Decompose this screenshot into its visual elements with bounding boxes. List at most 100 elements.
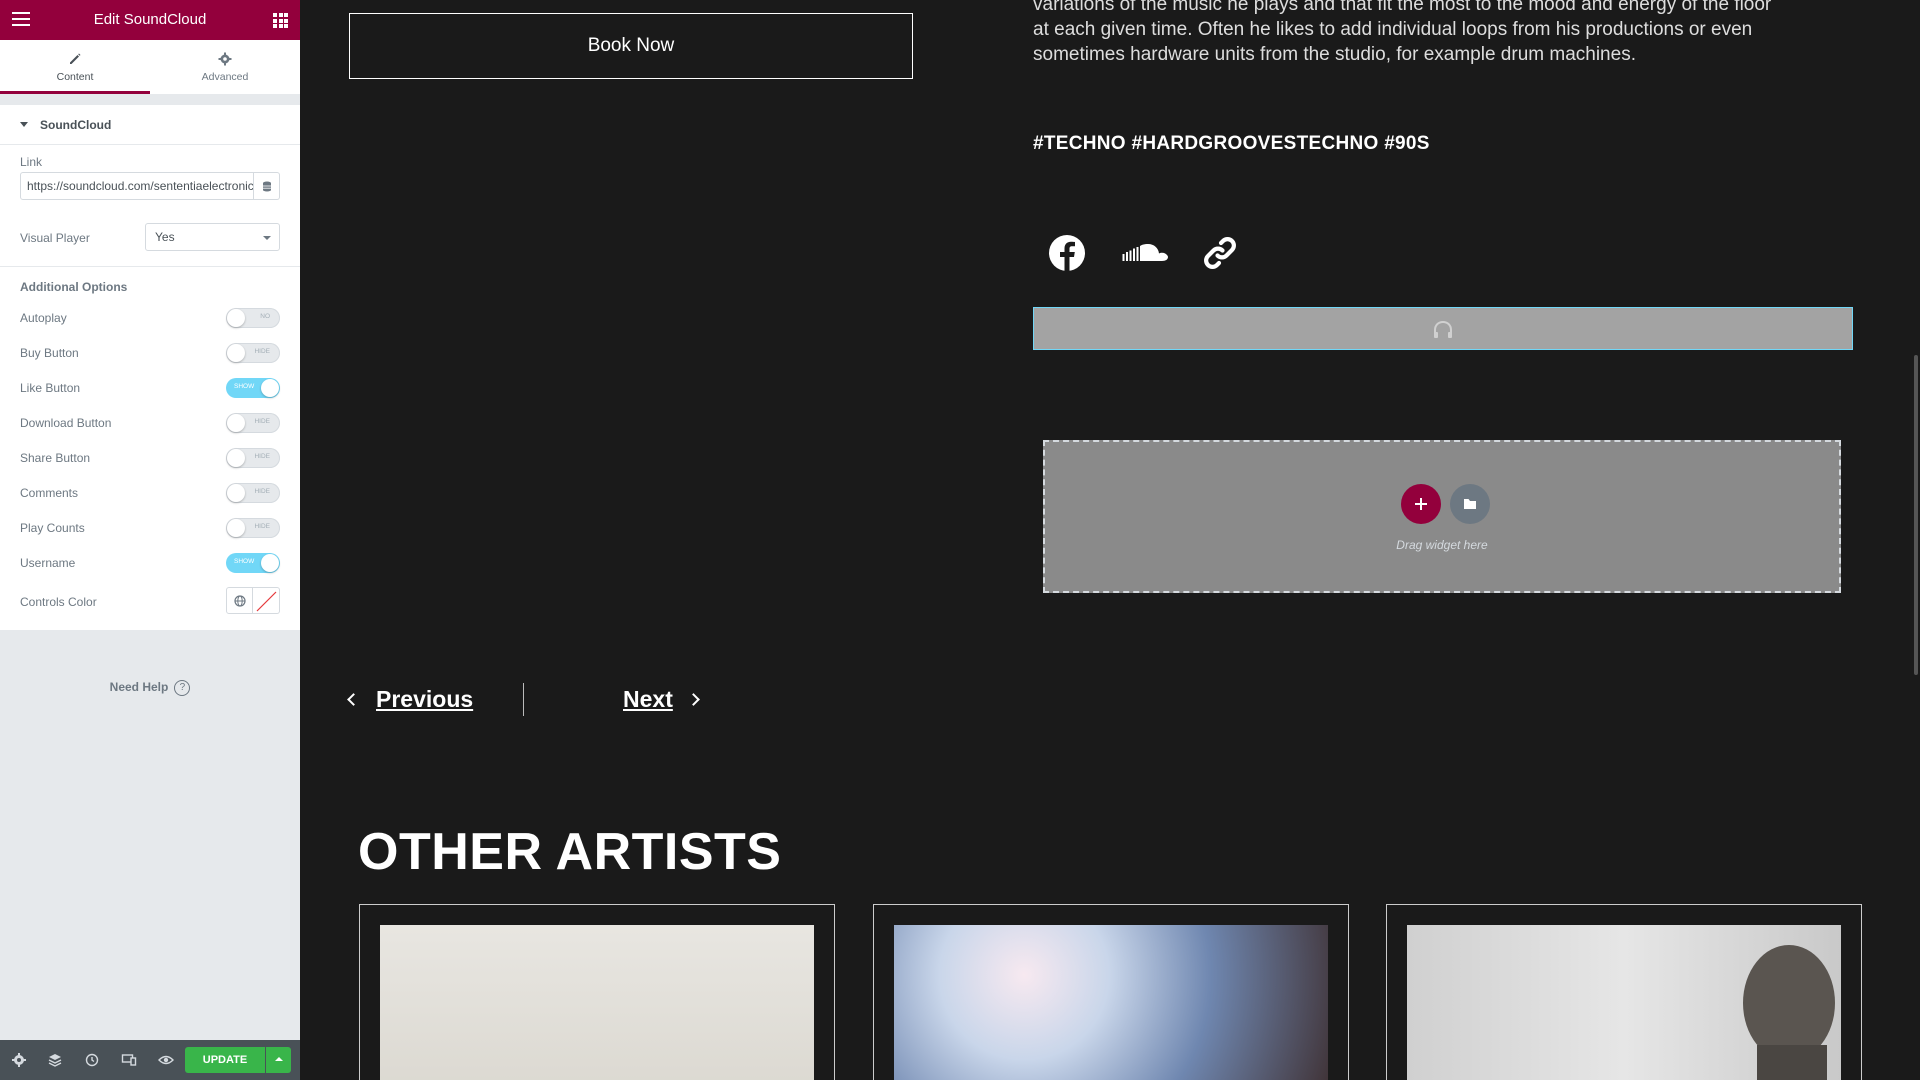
bio-line: at each given time. Often he likes to ad…	[1033, 19, 1753, 40]
panel-header: Edit SoundCloud	[0, 0, 300, 40]
link-input[interactable]: https://soundcloud.com/sententiaelectron…	[20, 172, 254, 200]
switch-knob	[227, 449, 245, 467]
switch-knob	[261, 379, 279, 397]
toggle-label: Autoplay	[20, 311, 67, 325]
drag-widget-text: Drag widget here	[1396, 538, 1488, 552]
color-picker-swatch[interactable]	[253, 587, 280, 614]
genre-tags: #TECHNO #HARDGROOVESTECHNO #90S	[1033, 133, 1430, 154]
bio-text: variations of the music he plays and tha…	[1033, 0, 1863, 67]
soundcloud-icon[interactable]	[1118, 228, 1172, 278]
no-color-slash-icon	[256, 591, 277, 612]
soundcloud-player-placeholder[interactable]	[1033, 307, 1853, 350]
facebook-icon[interactable]	[1042, 228, 1092, 278]
headphones-icon	[1434, 320, 1452, 338]
switch-state: HIDE	[254, 453, 270, 460]
responsive-icon[interactable]	[121, 1052, 137, 1068]
other-artists-heading: OTHER ARTISTS	[358, 823, 782, 881]
additional-options-heading: Additional Options	[20, 280, 128, 294]
controls-color-control: Controls Color	[0, 585, 300, 615]
artist-photo	[894, 925, 1328, 1080]
add-element-button[interactable]	[1401, 484, 1441, 524]
widgets-grid-icon[interactable]	[273, 13, 288, 28]
toggle-label: Comments	[20, 486, 79, 500]
tab-content-label: Content	[56, 71, 94, 83]
section-toggle-soundcloud[interactable]: SoundCloud	[0, 105, 300, 145]
add-template-button[interactable]	[1450, 484, 1490, 524]
empty-column-drop-zone[interactable]: Drag widget here	[1043, 440, 1841, 593]
need-help-label: Need Help	[109, 680, 169, 695]
panel-tabs: Content Advanced	[0, 40, 300, 95]
panel-footer: UPDATE	[0, 1040, 300, 1080]
artist-card[interactable]	[873, 904, 1349, 1080]
switch-knob	[227, 519, 245, 537]
global-colors-button[interactable]	[226, 587, 253, 614]
settings-icon[interactable]	[11, 1052, 27, 1068]
toggle-row-autoplay: Autoplay NO	[0, 307, 300, 329]
artist-card[interactable]	[359, 904, 835, 1080]
autoplay-switch[interactable]: NO	[226, 308, 280, 328]
save-options-dropdown-button[interactable]	[266, 1047, 291, 1073]
panel-title: Edit SoundCloud	[93, 11, 207, 28]
download-button-switch[interactable]: HIDE	[226, 413, 280, 433]
dynamic-tags-button[interactable]	[254, 172, 280, 200]
toggle-label: Download Button	[20, 416, 112, 430]
folder-icon	[1464, 499, 1476, 509]
artist-photo	[1407, 925, 1841, 1080]
username-switch[interactable]: SHOW	[226, 553, 280, 573]
layers-icon[interactable]	[47, 1052, 63, 1068]
bio-line: sometimes hardware units from the studio…	[1033, 44, 1636, 65]
chevron-right-icon	[686, 693, 700, 706]
book-now-button[interactable]: Book Now	[349, 13, 913, 79]
scrollbar-thumb[interactable]	[1914, 355, 1918, 675]
toggle-label: Like Button	[20, 381, 81, 395]
previous-post-link[interactable]: Previous	[347, 686, 474, 713]
preview-canvas: Book Now variations of the music he play…	[300, 0, 1920, 1080]
switch-knob	[227, 414, 245, 432]
toggle-label: Play Counts	[20, 521, 85, 535]
gear-icon	[218, 52, 232, 66]
switch-state: SHOW	[234, 558, 255, 565]
toggle-label: Buy Button	[20, 346, 79, 360]
toggle-row-like-button: Like Button SHOW	[0, 377, 300, 399]
buy-button-switch[interactable]: HIDE	[226, 343, 280, 363]
scrollbar[interactable]	[1912, 0, 1920, 1080]
switch-state: HIDE	[254, 523, 270, 530]
switch-knob	[261, 554, 279, 572]
toggle-row-share-button: Share Button HIDE	[0, 447, 300, 469]
toggle-row-play-counts: Play Counts HIDE	[0, 517, 300, 539]
database-icon	[262, 181, 271, 191]
play-counts-switch[interactable]: HIDE	[226, 518, 280, 538]
caret-down-icon	[20, 122, 28, 127]
update-button[interactable]: UPDATE	[185, 1047, 265, 1073]
need-help-link[interactable]: Need Help?	[0, 680, 300, 696]
eye-icon[interactable]	[158, 1052, 174, 1068]
tab-advanced[interactable]: Advanced	[150, 40, 300, 94]
previous-label: Previous	[376, 686, 474, 712]
controls-section: SoundCloud Link https://soundcloud.com/s…	[0, 105, 300, 630]
link-icon[interactable]	[1195, 228, 1245, 278]
chevron-left-icon	[347, 693, 360, 706]
toggle-row-download-button: Download Button HIDE	[0, 412, 300, 434]
controls-color-label: Controls Color	[20, 595, 97, 609]
visual-player-control: Visual Player Yes	[0, 223, 300, 253]
history-icon[interactable]	[84, 1052, 100, 1068]
next-post-link[interactable]: Next	[623, 686, 700, 713]
bio-line: variations of the music he plays and tha…	[1033, 0, 1772, 15]
pencil-icon	[70, 53, 81, 64]
section-title: SoundCloud	[40, 117, 112, 132]
toggle-row-username: Username SHOW	[0, 552, 300, 574]
divider	[0, 266, 300, 267]
link-label: Link	[20, 155, 43, 169]
artist-card[interactable]	[1386, 904, 1862, 1080]
visual-player-value: Yes	[155, 230, 175, 244]
comments-switch[interactable]: HIDE	[226, 483, 280, 503]
switch-state: SHOW	[234, 383, 255, 390]
toggle-row-comments: Comments HIDE	[0, 482, 300, 504]
toggle-label: Username	[20, 556, 76, 570]
share-button-switch[interactable]: HIDE	[226, 448, 280, 468]
help-question-icon: ?	[174, 680, 191, 696]
artist-photo	[380, 925, 814, 1080]
like-button-switch[interactable]: SHOW	[226, 378, 280, 398]
visual-player-select[interactable]: Yes	[145, 223, 280, 251]
tab-content[interactable]: Content	[0, 40, 150, 94]
